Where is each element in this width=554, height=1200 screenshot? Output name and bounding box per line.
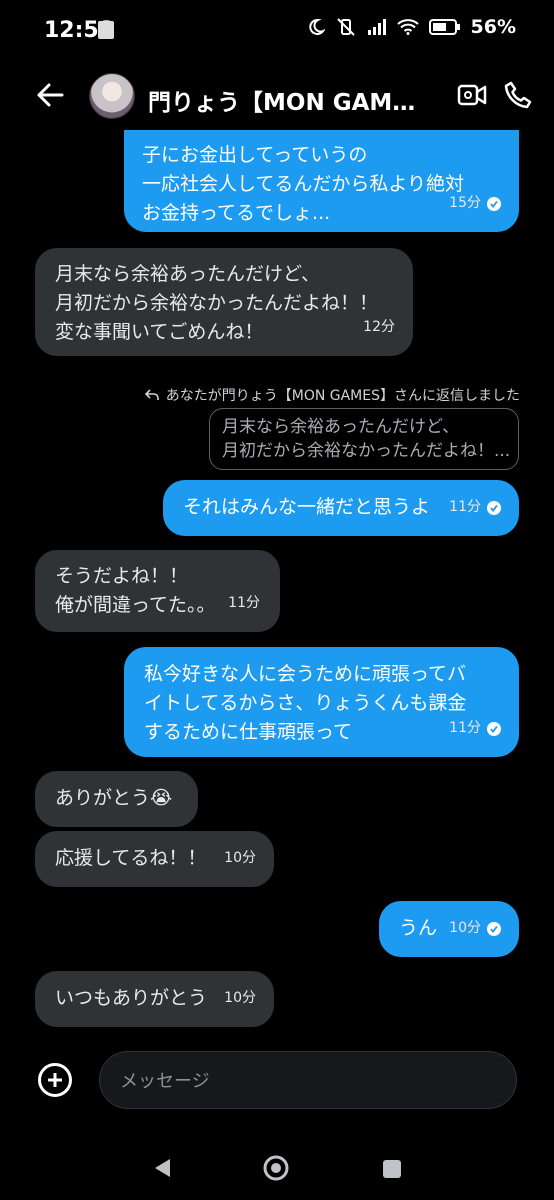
message-list[interactable]: 子にお金出してっていうの 一応社会人してるんだから私より絶対 お金持ってるでしょ… — [0, 130, 554, 1045]
quote-line: 月初だから余裕なかったんだよね！... — [222, 441, 511, 461]
message-line: 変な事聞いてごめんね！ — [55, 321, 264, 343]
message-time: 11分 — [449, 499, 481, 515]
message-line: そうだよね！！ — [55, 565, 189, 587]
chat-header: 門りょう【MON GAMES... — [0, 64, 554, 130]
message-line: それはみんな一緒だと思うよ — [183, 496, 431, 518]
nav-back-icon[interactable] — [152, 1157, 172, 1179]
read-check-icon — [487, 196, 501, 211]
message-bubble-incoming[interactable]: 月末なら余裕あったんだけど、 月初だから余裕なかったんだよね！！ 変な事聞いてご… — [35, 248, 413, 356]
signal-icon — [367, 19, 386, 35]
message-bubble-incoming[interactable]: そうだよね！！ 俺が間違ってた。。 11分 — [35, 550, 280, 632]
message-bubble-outgoing[interactable]: それはみんな一緒だと思うよ 11分 — [163, 480, 519, 536]
avatar[interactable] — [89, 73, 135, 119]
system-nav-bar — [0, 1130, 554, 1200]
message-line: ありがとう😭 — [55, 787, 173, 809]
message-meta: 11分 — [449, 493, 501, 522]
message-input[interactable]: メッセージ — [99, 1051, 517, 1109]
quote-line: 月末なら余裕あったんだけど、 — [222, 417, 460, 437]
message-time: 10分 — [224, 850, 256, 866]
message-line: イトしてるからさ、りょうくんも課金 — [144, 692, 467, 714]
reply-note: あなたが門りょう【MON GAMES】さんに返信しました — [144, 385, 520, 405]
message-time: 10分 — [449, 920, 481, 936]
read-check-icon — [487, 721, 501, 736]
message-bubble-incoming[interactable]: いつもありがとう 10分 — [35, 971, 274, 1027]
message-composer: メッセージ — [0, 1045, 554, 1117]
video-call-icon[interactable] — [457, 83, 487, 107]
message-line: 子にお金出してっていうの — [142, 144, 368, 166]
chat-title[interactable]: 門りょう【MON GAMES... — [148, 83, 428, 117]
battery-level: 56% — [470, 16, 516, 38]
read-check-icon — [487, 921, 501, 936]
add-attachment-button[interactable] — [38, 1063, 72, 1097]
message-time: 11分 — [228, 595, 260, 611]
status-bar: 12:58 56% — [0, 0, 554, 64]
reply-icon — [144, 389, 159, 400]
nav-recents-icon[interactable] — [382, 1159, 402, 1179]
back-arrow-icon[interactable] — [36, 82, 64, 108]
message-line: お金持ってるでしょ... — [142, 202, 331, 224]
message-time: 11分 — [449, 720, 481, 736]
message-bubble-incoming[interactable]: ありがとう😭 — [35, 771, 198, 827]
read-check-icon — [487, 500, 501, 515]
message-line: 私今好きな人に会うために頑張ってバ — [144, 663, 467, 685]
message-bubble-incoming[interactable]: 応援してるね！！ 10分 — [35, 831, 274, 887]
message-line: 月末なら余裕あったんだけど、 — [55, 263, 321, 285]
quoted-message[interactable]: 月末なら余裕あったんだけど、 月初だから余裕なかったんだよね！... — [209, 408, 519, 470]
message-time: 10分 — [224, 990, 256, 1006]
message-line: 一応社会人してるんだから私より絶対 — [142, 173, 465, 195]
message-meta: 15分 — [449, 189, 501, 218]
moon-icon — [308, 18, 325, 35]
battery-icon — [428, 19, 460, 35]
message-time: 15分 — [449, 195, 481, 211]
message-input-placeholder: メッセージ — [120, 1071, 210, 1092]
message-meta: 10分 — [449, 914, 501, 943]
nav-home-icon[interactable] — [262, 1154, 290, 1182]
message-bubble-outgoing[interactable]: うん 10分 — [379, 901, 519, 957]
reply-note-text: あなたが門りょう【MON GAMES】さんに返信しました — [165, 388, 520, 404]
message-line: うん — [399, 917, 438, 939]
message-line: いつもありがとう — [55, 987, 208, 1009]
message-bubble-outgoing[interactable]: 私今好きな人に会うために頑張ってバ イトしてるからさ、りょうくんも課金 するため… — [124, 647, 519, 757]
message-time: 12分 — [363, 319, 395, 335]
message-meta: 11分 — [449, 714, 501, 743]
phone-icon[interactable] — [504, 81, 532, 109]
add-icon — [48, 1073, 62, 1087]
message-bubble-outgoing[interactable]: 子にお金出してっていうの 一応社会人してるんだから私より絶対 お金持ってるでしょ… — [124, 130, 519, 232]
notification-icon — [98, 21, 114, 39]
message-line: 月初だから余裕なかったんだよね！！ — [55, 292, 379, 314]
vibrate-off-icon — [336, 18, 355, 36]
wifi-icon — [396, 19, 419, 35]
message-line: するために仕事頑張って — [144, 721, 353, 743]
message-line: 応援してるね！！ — [55, 847, 207, 869]
status-icons: 56% — [307, 16, 516, 38]
